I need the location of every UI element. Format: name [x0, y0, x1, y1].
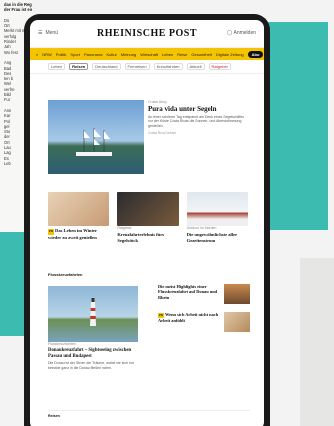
big-kicker: Flusskreuzfahrten [48, 342, 76, 346]
card-kicker: Ratgeber [117, 226, 132, 230]
hero-body: An einer schönen Tag entspannt am Deck e… [148, 115, 244, 128]
nav-item[interactable]: Gesundheit [191, 52, 211, 57]
nav-item[interactable]: Politik [56, 52, 67, 57]
list-item[interactable]: PR Wenn sich Arbeit nicht nach Arbeit anf… [158, 312, 250, 332]
card-title: PR Das Leben im Winter wieder zu zweit ge… [48, 228, 97, 240]
snow-image [186, 192, 248, 226]
nav-item[interactable]: Digitale Zeitung [216, 52, 244, 57]
hero-more: Costa Rica Deluxe [148, 131, 177, 136]
lighthouse-image [48, 286, 138, 342]
card-kicker: Outdoor im Norden [186, 226, 217, 230]
abo-button[interactable]: Abo [247, 50, 264, 58]
subnav-tab[interactable]: Aktuell [186, 63, 205, 70]
big-title: Donaukreuzfahrt – Sightseeing zwischen P… [48, 348, 132, 359]
tablet-screen: ☰ Menü RHEINISCHE POST ◯ Anmelden ⌕ NRW Po… [30, 20, 264, 426]
subnav-tab[interactable]: Fernreisen [124, 63, 150, 70]
section-title: Flusskreuzfahrten [48, 272, 83, 277]
list-item[interactable]: Die meist Highlights einer Flusskreuzfah… [158, 284, 250, 304]
subnav-tab[interactable]: Reisen [69, 63, 89, 70]
nav-item[interactable]: Meinung [121, 52, 136, 57]
tablet-device: ☰ Menü RHEINISCHE POST ◯ Anmelden ⌕ NRW Po… [24, 14, 270, 426]
login-button[interactable]: ◯ Anmelden [227, 30, 256, 36]
sailing-ship-image [48, 100, 144, 174]
big-body: Die Donau ist der Strom der Träume, wobe… [48, 361, 134, 370]
nav-item[interactable]: Reise [177, 52, 187, 57]
main-nav: ⌕ NRW Politik Sport Panorama Kultur Meinung Wi… [30, 48, 264, 60]
nav-item[interactable]: Kultur [106, 52, 116, 57]
teaser-card[interactable]: Outdoor im Norden Die ungewöhnlichste al… [186, 192, 248, 248]
ship-icon [76, 128, 112, 156]
side-title: PR Wenn sich Arbeit nicht nach Arbeit anf… [158, 312, 219, 324]
couple-image [48, 192, 110, 226]
lighthouse-icon [90, 298, 96, 326]
nav-item[interactable]: Wirtschaft [140, 52, 158, 57]
site-header: ☰ Menü RHEINISCHE POST ◯ Anmelden [30, 20, 264, 48]
hero-teaser[interactable]: Cruise Ahoy Pura vida unter Segeln An ei… [48, 100, 248, 178]
teaser-card[interactable]: PR Das Leben im Winter wieder zu zweit ge… [48, 192, 110, 248]
card-title: Die ungewöhnlichste aller Gezeitenstrom [186, 232, 238, 243]
tavern-image [224, 284, 250, 304]
login-label: Anmelden [233, 30, 256, 36]
subnav-tab[interactable]: Ratgeber [208, 63, 232, 70]
newspaper-line: der Frau ist ein fest. [4, 7, 32, 13]
divider [48, 410, 250, 411]
side-list: Die meist Highlights einer Flusskreuzfah… [158, 284, 250, 340]
user-icon: ◯ [226, 30, 233, 36]
footer-label: Reisen [48, 414, 60, 418]
subnav-tab[interactable]: Kreuzfahrten [153, 63, 183, 70]
people-image [224, 312, 250, 332]
teaser-card[interactable]: Ratgeber Kreuzfahrterlebnis fürs Segelst… [117, 192, 179, 248]
nav-item[interactable]: NRW [42, 52, 51, 57]
hero-kicker: Cruise Ahoy [148, 100, 167, 104]
nav-item[interactable]: Leben [162, 52, 173, 57]
subnav-tab[interactable]: Leben [48, 63, 66, 70]
hall-image [117, 192, 179, 226]
search-icon[interactable]: ⌕ [36, 52, 38, 57]
hero-title[interactable]: Pura vida unter Segeln [148, 105, 248, 113]
big-teaser[interactable]: Flusskreuzfahrten Donaukreuzfahrt – Sigh… [48, 286, 138, 370]
teal-panel-right [262, 22, 328, 230]
teaser-row: PR Das Leben im Winter wieder zu zweit ge… [48, 192, 248, 248]
sub-nav: Leben Reisen Deutschland Fernreisen Kreuzfah… [30, 60, 264, 74]
background-shadow [300, 258, 334, 426]
subnav-tab[interactable]: Deutschland [92, 63, 121, 70]
nav-item[interactable]: Panorama [84, 52, 102, 57]
side-title: Die meist Highlights einer Flusskreuzfah… [158, 284, 218, 300]
nav-item[interactable]: Sport [70, 52, 80, 57]
card-title: Kreuzfahrterlebnis fürs Segelstück [117, 232, 165, 243]
